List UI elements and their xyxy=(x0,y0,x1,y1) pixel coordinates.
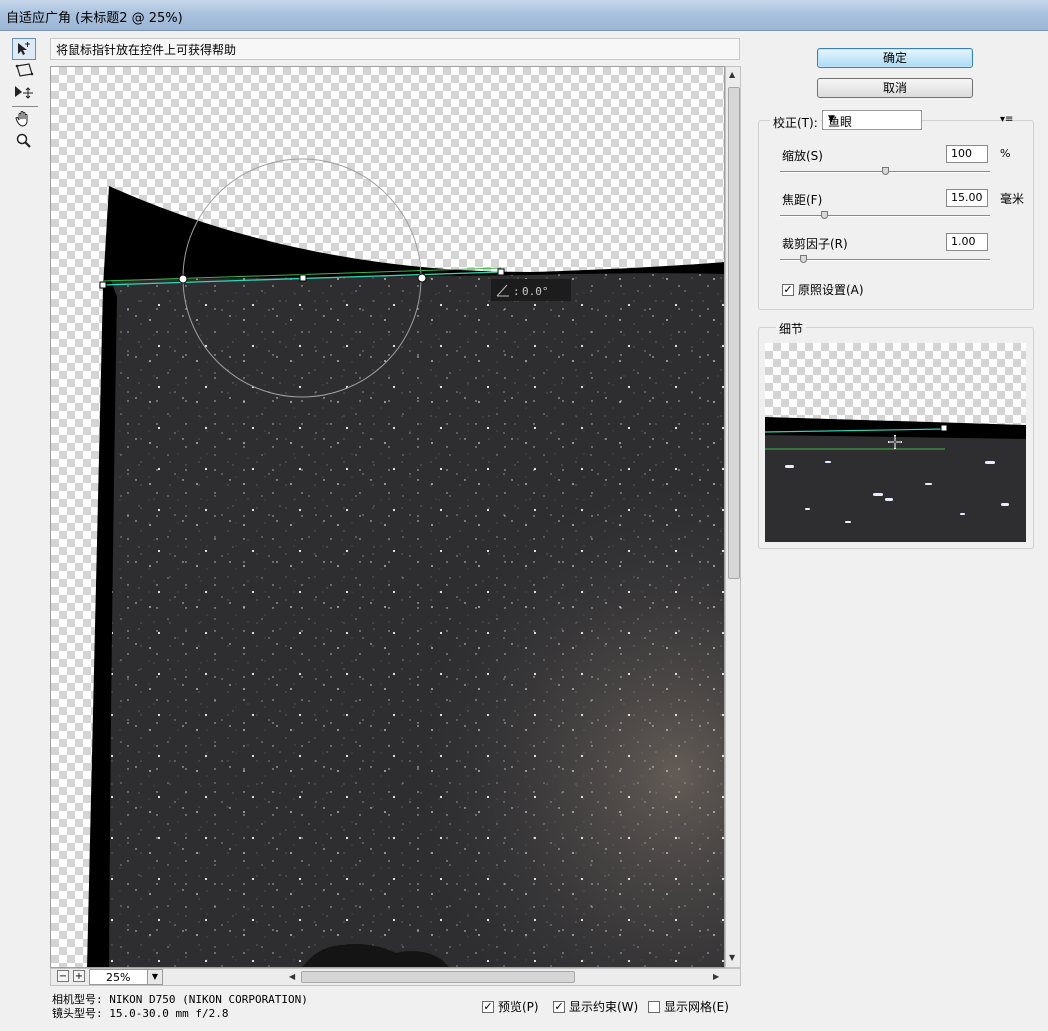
svg-text::: : xyxy=(513,285,520,298)
scroll-left-icon[interactable]: ◀ xyxy=(289,972,295,981)
horizontal-scrollbar[interactable]: ◀ ▶ xyxy=(287,970,725,984)
preview-canvas[interactable]: : 0.0° xyxy=(50,66,725,968)
crop-factor-label: 裁剪因子(R) xyxy=(782,237,848,251)
correction-select[interactable]: 鱼眼 ▼ xyxy=(822,110,922,130)
zoom-tool-icon[interactable] xyxy=(12,130,36,152)
cancel-button[interactable]: 取消 xyxy=(817,78,973,98)
scale-unit: % xyxy=(1000,147,1011,160)
window-title: 自适应广角 (未标题2 @ 25%) xyxy=(6,11,183,26)
scroll-up-icon[interactable]: ▲ xyxy=(729,70,735,79)
detail-preview xyxy=(765,343,1026,542)
show-constraints-checkbox[interactable]: ✓ 显示约束(W) xyxy=(553,998,638,1015)
checkbox-checked-icon: ✓ xyxy=(553,999,565,1013)
move-tool-icon[interactable] xyxy=(12,82,36,104)
zoom-in-button[interactable]: + xyxy=(73,970,85,982)
polygon-constraint-tool-icon[interactable] xyxy=(12,60,36,82)
as-shot-checkbox[interactable]: ✓ 原照设置(A) xyxy=(782,281,864,298)
lens-model: 镜头型号: 15.0-30.0 mm f/2.8 xyxy=(52,1007,229,1020)
checkbox-checked-icon: ✓ xyxy=(482,999,494,1013)
focal-length-unit: 毫米 xyxy=(1000,192,1025,206)
preview-checkbox[interactable]: ✓ 预览(P) xyxy=(482,998,539,1015)
title-bar: 自适应广角 (未标题2 @ 25%) xyxy=(0,0,1048,31)
hand-tool-icon[interactable] xyxy=(12,108,36,130)
correction-label: 校正(T): xyxy=(770,114,821,131)
horizontal-scroll-thumb[interactable] xyxy=(301,971,575,983)
camera-info: 相机型号: NIKON D750 (NIKON CORPORATION) 镜头型… xyxy=(52,993,308,1021)
checkbox-checked-icon: ✓ xyxy=(782,282,794,296)
help-hint: 将鼠标指针放在控件上可获得帮助 xyxy=(50,38,740,60)
focal-length-slider[interactable] xyxy=(780,211,990,219)
vertical-scroll-thumb[interactable] xyxy=(728,87,740,579)
camera-model: 相机型号: NIKON D750 (NIKON CORPORATION) xyxy=(52,993,308,1006)
scroll-down-icon[interactable]: ▼ xyxy=(729,953,735,962)
chevron-down-icon[interactable]: ▼ xyxy=(147,970,162,984)
zoom-out-button[interactable]: − xyxy=(57,970,69,982)
crop-factor-slider[interactable] xyxy=(780,255,990,263)
vertical-scrollbar[interactable]: ▲ ▼ xyxy=(725,66,741,968)
toolbox-divider xyxy=(12,106,38,107)
zoom-select[interactable]: 25% ▼ xyxy=(89,969,163,985)
angle-readout: 0.0° xyxy=(522,285,549,298)
panel-menu-icon[interactable]: ▾≡ xyxy=(1000,114,1013,125)
scale-slider[interactable] xyxy=(780,167,990,175)
scale-label: 缩放(S) xyxy=(782,149,823,163)
scale-slider-handle[interactable] xyxy=(881,167,889,175)
chevron-down-icon: ▼ xyxy=(828,114,835,124)
warped-image: : 0.0° xyxy=(87,158,724,967)
scroll-right-icon[interactable]: ▶ xyxy=(713,972,719,981)
crop-factor-input[interactable]: 1.00 xyxy=(946,233,988,251)
checkbox-empty-icon xyxy=(648,1000,660,1013)
detail-label: 细节 xyxy=(776,320,807,337)
scale-input[interactable]: 100 xyxy=(946,145,988,163)
constraint-tool-icon[interactable] xyxy=(12,38,36,60)
focal-length-label: 焦距(F) xyxy=(782,193,823,207)
zoom-value: 25% xyxy=(106,971,131,984)
zoom-bar: − + 25% ▼ ◀ ▶ xyxy=(50,968,741,986)
show-grid-checkbox[interactable]: 显示网格(E) xyxy=(648,998,729,1015)
ok-button[interactable]: 确定 xyxy=(817,48,973,68)
focal-length-slider-handle[interactable] xyxy=(820,211,828,219)
focal-length-input[interactable]: 15.00 xyxy=(946,189,988,207)
